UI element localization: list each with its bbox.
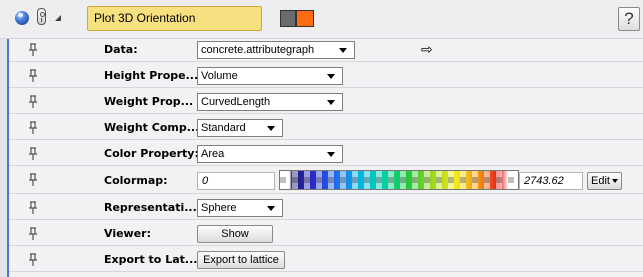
pin-icon[interactable] [26, 227, 40, 241]
port-row-representation: Representati... Sphere [9, 197, 643, 220]
collapse-triangle-icon[interactable] [55, 15, 61, 21]
chevron-down-icon [327, 100, 335, 105]
port-row-color-property: Color Property: Area [9, 143, 643, 166]
viewer-show-button[interactable]: Show [197, 225, 273, 243]
dropdown-value: concrete.attributegraph [201, 44, 315, 56]
port-row-height-property: Height Prope... Volume [9, 65, 643, 88]
height-property-dropdown[interactable]: Volume [197, 67, 343, 85]
port-label: Data: [104, 43, 138, 56]
dropdown-value: Sphere [201, 202, 237, 214]
chevron-down-icon [327, 152, 335, 157]
help-button[interactable]: ? [618, 7, 640, 31]
properties-panel: Plot 3D Orientation ? Data: concrete.att… [0, 0, 643, 277]
color-swatch-icon[interactable] [280, 10, 296, 27]
dropdown-value: Standard [201, 122, 246, 134]
color-swatch-orange-icon[interactable] [296, 10, 314, 27]
chevron-down-icon [267, 126, 275, 131]
pin-icon[interactable] [26, 43, 40, 57]
port-label: Colormap: [104, 174, 168, 187]
pin-icon[interactable] [26, 69, 40, 83]
dropdown-value: CurvedLength [201, 96, 271, 108]
module-header: Plot 3D Orientation ? [0, 0, 643, 39]
module-title[interactable]: Plot 3D Orientation [87, 6, 262, 31]
colormap-edit-button[interactable]: Edit [587, 172, 622, 190]
chevron-down-icon [339, 48, 347, 53]
dropdown-value: Area [201, 148, 225, 160]
export-to-lattice-button[interactable]: Export to lattice [197, 251, 285, 269]
chevron-down-icon [611, 179, 618, 184]
port-row-viewer: Viewer: Show [9, 223, 643, 246]
weight-property-dropdown[interactable]: CurvedLength [197, 93, 343, 111]
port-row-export-to-lattice: Export to Lat... Export to lattice [9, 249, 643, 272]
port-label: Representati... [104, 201, 197, 214]
port-label: Weight Comp... [104, 121, 200, 134]
pin-icon[interactable] [26, 201, 40, 215]
port-label: Export to Lat... [104, 253, 198, 266]
port-row-weight-property: Weight Prop... CurvedLength [9, 91, 643, 114]
colormap-gradient-bar[interactable] [279, 170, 519, 190]
pin-icon[interactable] [26, 253, 40, 267]
dropdown-value: Volume [201, 70, 238, 82]
colormap-max-field[interactable]: 2743.62 [519, 172, 583, 190]
pin-icon[interactable] [26, 173, 40, 187]
color-property-dropdown[interactable]: Area [197, 145, 343, 163]
port-row-colormap: Colormap: 0 2743.62 Edit [9, 169, 643, 194]
pin-icon[interactable] [26, 95, 40, 109]
chevron-down-icon [327, 74, 335, 79]
data-connection-dropdown[interactable]: concrete.attributegraph [197, 41, 355, 59]
arrow-right-icon[interactable]: ⇨ [421, 42, 433, 58]
edit-button-label: Edit [591, 175, 610, 187]
port-row-data: Data: concrete.attributegraph ⇨ [9, 39, 643, 62]
pin-icon[interactable] [26, 121, 40, 135]
port-label: Color Property: [104, 147, 199, 160]
port-label: Weight Prop... [104, 95, 194, 108]
port-label: Height Prope... [104, 69, 199, 82]
port-selection-strip [0, 39, 9, 277]
port-label: Viewer: [104, 227, 151, 240]
chevron-down-icon [267, 206, 275, 211]
representation-dropdown[interactable]: Sphere [197, 199, 283, 217]
pin-icon[interactable] [26, 147, 40, 161]
weight-computation-dropdown[interactable]: Standard [197, 119, 283, 137]
sphere-icon[interactable] [15, 11, 29, 25]
lock-icon[interactable] [37, 8, 46, 25]
port-row-weight-computation: Weight Comp... Standard [9, 117, 643, 140]
colormap-min-field[interactable]: 0 [197, 172, 275, 190]
